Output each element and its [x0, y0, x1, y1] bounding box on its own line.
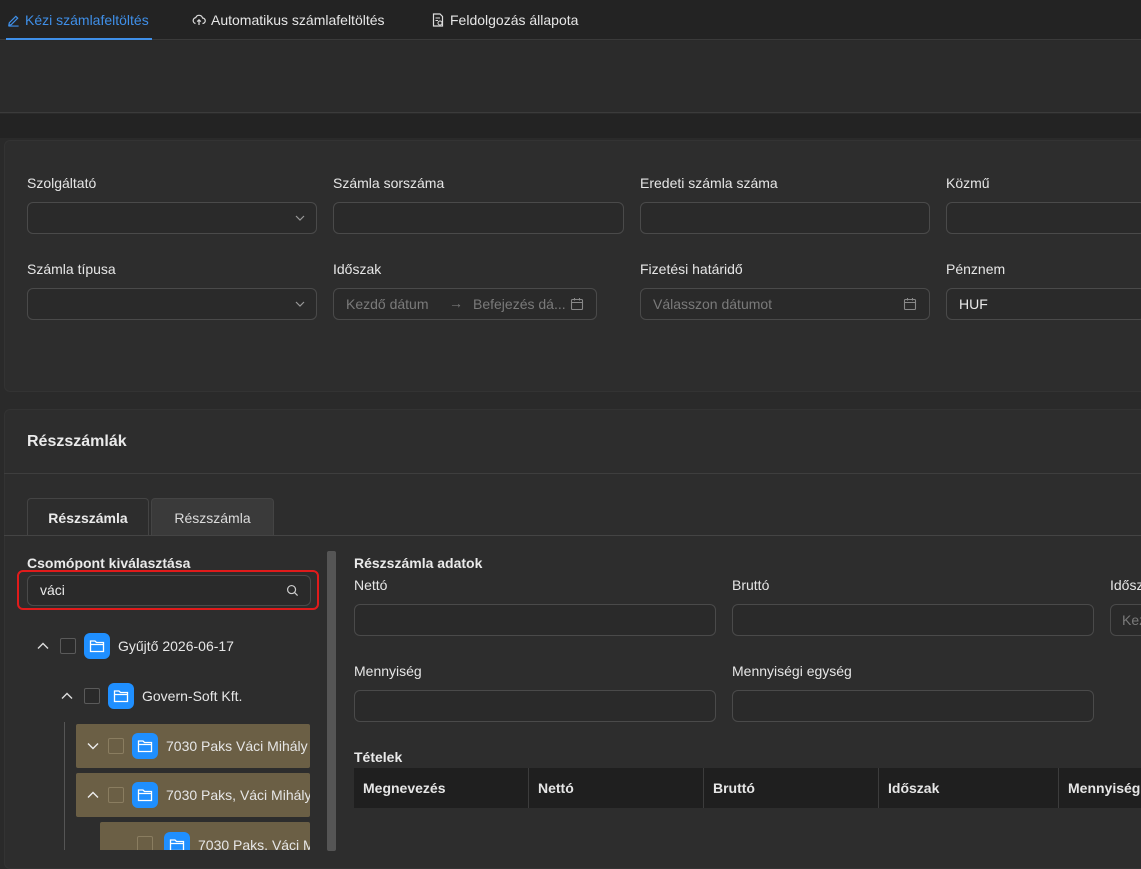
details-title: Részszámla adatok [354, 555, 483, 571]
tab-feldolgozas-allapota[interactable]: Feldolgozás állapota [431, 0, 578, 40]
szamla-tipusa-label: Számla típusa [27, 261, 116, 277]
tabs-underline [4, 535, 1141, 536]
tree-checkbox[interactable] [108, 738, 124, 754]
penznem-value: HUF [959, 296, 988, 312]
eredeti-szamla-szama-label: Eredeti számla száma [640, 175, 778, 191]
start-date-placeholder: Kezdő dátum [346, 296, 429, 312]
chevron-down-icon [295, 215, 305, 221]
tab-automatikus-szamlafeltoltes[interactable]: Automatikus számlafeltöltés [192, 0, 385, 40]
idoszak-range-picker[interactable]: Kezdő dátum → Befejezés dá... [333, 288, 597, 320]
tree-node-highlighted[interactable]: 7030 Paks, Váci Mihály [76, 773, 310, 817]
chevron-down-icon[interactable] [86, 739, 100, 753]
tetelek-title: Tételek [354, 749, 403, 765]
column-header-netto[interactable]: Nettó [529, 768, 704, 808]
toolbar-band [0, 41, 1141, 113]
tree-node-highlighted[interactable]: 7030 Paks, Váci M [100, 822, 310, 850]
folder-icon [132, 782, 158, 808]
chevron-up-icon[interactable] [36, 639, 50, 653]
tree-node-label: 7030 Paks, Váci Mihály [166, 787, 310, 803]
top-nav: Kézi számlafeltöltés Automatikus számlaf… [0, 0, 1141, 40]
column-label: Nettó [538, 780, 574, 796]
panel-splitter[interactable] [327, 551, 336, 851]
tree-node[interactable]: Gyűjtő 2026-06-17 [36, 624, 316, 668]
penznem-label: Pénznem [946, 261, 1006, 277]
chevron-up-icon[interactable] [60, 689, 74, 703]
brutto-label: Bruttó [732, 577, 770, 593]
tree-node-label: 7030 Paks Váci Mihály [166, 738, 308, 754]
tree-checkbox[interactable] [108, 787, 124, 803]
search-icon [286, 584, 299, 597]
calendar-icon [570, 298, 584, 311]
tree-node[interactable]: Govern-Soft Kft. [60, 674, 310, 718]
column-label: Megnevezés [363, 780, 446, 796]
column-label: Időszak [888, 780, 940, 796]
tree-node-label: Govern-Soft Kft. [142, 688, 243, 704]
tree-title: Csomópont kiválasztása [27, 555, 191, 571]
szolgaltato-select[interactable] [27, 202, 317, 234]
edit-icon [6, 13, 20, 27]
tree-node-label: 7030 Paks, Váci M [198, 837, 310, 850]
tab-label: Automatikus számlafeltöltés [211, 12, 385, 28]
szolgaltato-label: Szolgáltató [27, 175, 97, 191]
column-label: Bruttó [713, 780, 755, 796]
eredeti-szamla-szama-input[interactable] [640, 202, 930, 234]
tree-node-highlighted[interactable]: 7030 Paks Váci Mihály [76, 724, 310, 768]
netto-label: Nettó [354, 577, 388, 593]
search-value: váci [40, 582, 65, 598]
szamla-tipusa-select[interactable] [27, 288, 317, 320]
end-date-placeholder: Befejezés dá... [473, 296, 566, 312]
cloud-upload-icon [192, 13, 206, 27]
idoszak-item-picker[interactable]: Kez [1110, 604, 1141, 636]
folder-icon [108, 683, 134, 709]
idoszak-label: Időszak [333, 261, 382, 277]
column-header-megnevezes[interactable]: Megnevezés [354, 768, 529, 808]
mennyisegi-egyseg-label: Mennyiségi egység [732, 663, 852, 679]
fizetesi-hatarido-picker[interactable]: Válasszon dátumot [640, 288, 930, 320]
tree-guide-line [64, 722, 65, 850]
column-label: Mennyiség [1068, 780, 1141, 796]
tab-label: Részszámla [48, 509, 128, 526]
mennyiseg-input[interactable] [354, 690, 716, 722]
column-header-mennyiseg[interactable]: Mennyiség [1059, 768, 1141, 808]
chevron-down-icon [295, 301, 305, 307]
tab-label: Részszámla [174, 509, 251, 526]
folder-icon [84, 633, 110, 659]
section-gap [0, 114, 1141, 138]
kozmu-input[interactable] [946, 202, 1141, 234]
divider [4, 473, 1141, 474]
tree-checkbox[interactable] [137, 836, 153, 850]
column-header-brutto[interactable]: Bruttó [704, 768, 879, 808]
calendar-icon [903, 298, 917, 311]
tab-label: Kézi számlafeltöltés [25, 12, 149, 28]
idoszak-item-label: Idősz [1110, 577, 1141, 593]
mennyisegi-egyseg-input[interactable] [732, 690, 1094, 722]
file-status-icon [431, 13, 445, 27]
kozmu-label: Közmű [946, 175, 990, 191]
folder-icon [132, 733, 158, 759]
tree-node-label: Gyűjtő 2026-06-17 [118, 638, 234, 654]
start-date-placeholder: Kez [1122, 612, 1141, 628]
brutto-input[interactable] [732, 604, 1094, 636]
fizetesi-hatarido-label: Fizetési határidő [640, 261, 743, 277]
folder-icon [164, 832, 190, 850]
column-header-idoszak[interactable]: Időszak [879, 768, 1059, 808]
szamla-sorszama-label: Számla sorszáma [333, 175, 445, 191]
szamla-sorszama-input[interactable] [333, 202, 624, 234]
tab-label: Feldolgozás állapota [450, 12, 579, 28]
reszszamlak-title: Részszámlák [27, 433, 127, 450]
tree-checkbox[interactable] [60, 638, 76, 654]
tree-search-input[interactable]: váci [27, 575, 311, 606]
tree-checkbox[interactable] [84, 688, 100, 704]
tab-kezi-szamlafeltoltes[interactable]: Kézi számlafeltöltés [6, 0, 152, 40]
arrow-right-icon: → [449, 295, 463, 311]
netto-input[interactable] [354, 604, 716, 636]
date-placeholder: Válasszon dátumot [653, 296, 773, 312]
mennyiseg-label: Mennyiség [354, 663, 422, 679]
tab-reszszamla-1[interactable]: Részszámla [27, 498, 149, 536]
tab-reszszamla-2[interactable]: Részszámla [151, 498, 274, 536]
chevron-up-icon[interactable] [86, 788, 100, 802]
penznem-select[interactable]: HUF [946, 288, 1141, 320]
